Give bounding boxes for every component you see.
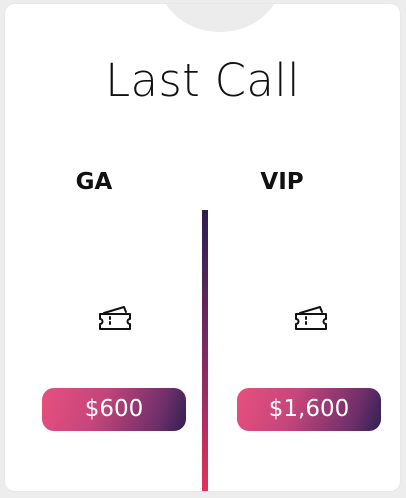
tier-ga-heading: GA [75,169,113,195]
ticket-card: Last Call GA VIP $600 $1,600 [5,4,400,491]
card-top-notch [160,4,280,32]
page-title: Last Call [105,54,300,107]
tier-vip-heading: VIP [260,169,304,195]
ga-price-button[interactable]: $600 [42,388,186,431]
ticket-icon [295,306,327,330]
ticket-icon [99,306,131,330]
vip-price-button[interactable]: $1,600 [237,388,381,431]
column-divider [202,210,208,491]
